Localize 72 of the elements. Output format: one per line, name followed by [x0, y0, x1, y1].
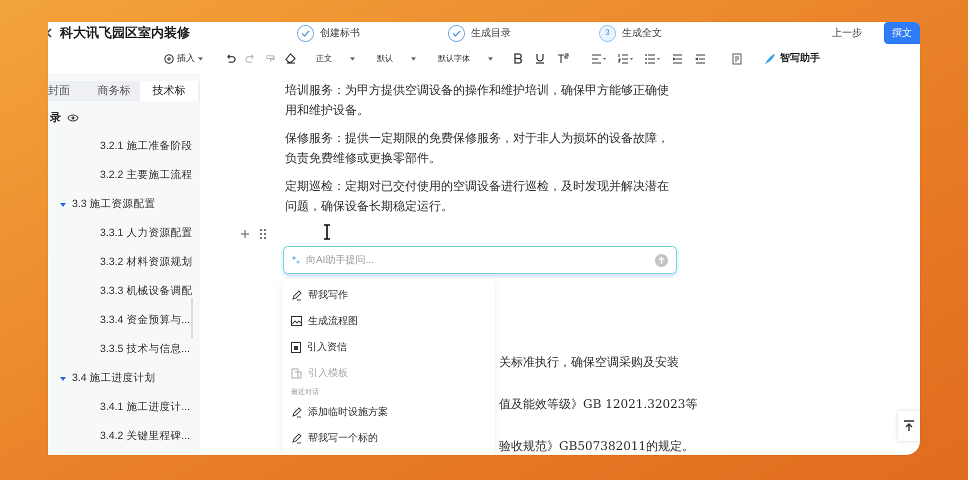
arrow-to-top-icon	[904, 420, 914, 432]
expand-caret-icon[interactable]	[60, 376, 66, 382]
step-number-indicator: 3	[599, 24, 616, 42]
outline-item[interactable]: 3.4 施工进度计划	[72, 371, 156, 387]
bullet-list-icon[interactable]	[645, 54, 660, 64]
paragraph: 培训服务：为甲方提供空调设备的操作和维护培训，确保甲方能够正确使用和维护设备。	[285, 82, 670, 119]
pen-icon	[291, 290, 302, 300]
style-dropdown[interactable]: 默认字体	[438, 52, 493, 64]
add-circle-icon	[164, 54, 174, 64]
indent-icon[interactable]	[672, 54, 683, 64]
feather-pen-icon	[764, 52, 776, 64]
writing-assistant-button[interactable]: 智写助手	[780, 51, 820, 66]
numbered-list-icon[interactable]	[618, 54, 633, 64]
back-to-top-button[interactable]	[898, 411, 920, 441]
undo-icon[interactable]	[225, 53, 236, 64]
menu-item[interactable]: 帮我写作	[291, 282, 487, 308]
document-icon[interactable]	[732, 52, 742, 64]
outline-item[interactable]: 3.4.2 关键里程碑...	[100, 429, 190, 445]
superscript-icon[interactable]	[557, 53, 569, 64]
drag-handle-icon[interactable]	[260, 229, 266, 239]
outline-item[interactable]: 3.3.3 机械设备调配	[100, 284, 192, 300]
style-dropdown[interactable]: 默认	[377, 52, 416, 64]
text-cursor-icon	[323, 224, 331, 240]
outline-item[interactable]: 3.3.1 人力资源配置	[100, 226, 192, 242]
menu-item[interactable]: 生成流程图	[291, 308, 487, 334]
step-label: 生成目录	[471, 26, 511, 40]
primary-button[interactable]: 撰文	[884, 22, 920, 44]
add-block-icon[interactable]	[241, 230, 249, 238]
pen-icon	[291, 407, 302, 418]
step-label: 生成全文	[622, 26, 662, 40]
eye-icon[interactable]	[67, 114, 79, 122]
ai-prompt-input[interactable]: 向AI助手提问...	[306, 252, 649, 268]
sidebar-tab[interactable]: 商务标	[88, 81, 140, 101]
style-dropdown[interactable]: 正文	[316, 52, 355, 64]
outline-item[interactable]: 3.3.2 材料资源规划	[100, 255, 192, 271]
outline-item[interactable]: 3.3.4 资金预算与...	[100, 313, 190, 329]
outline-item[interactable]: 3.4.1 施工进度计...	[100, 400, 190, 416]
ai-prompt-field[interactable]: 向AI助手提问...	[283, 246, 677, 274]
outline-title: 录	[50, 111, 61, 126]
menu-item[interactable]: 添加临时设施方案	[291, 400, 487, 426]
outline-item[interactable]: 3.3 施工资源配置	[72, 197, 156, 213]
outline-item[interactable]: 3.3.5 技术与信息...	[100, 342, 190, 358]
dropdown-caret-icon	[411, 56, 416, 60]
insert-button[interactable]: 插入	[177, 52, 195, 66]
previous-step-button[interactable]: 上一步	[832, 26, 862, 40]
image-icon	[291, 316, 302, 326]
sparkle-icon	[292, 256, 300, 264]
paragraph-fragment: 验收规范》GB507382011的规定。	[499, 438, 696, 455]
menu-item[interactable]: 引入资信	[291, 334, 487, 360]
eraser-icon[interactable]	[285, 53, 296, 64]
document-title: 科大讯飞园区室内装修	[60, 24, 190, 42]
outline-item[interactable]: 3.2.1 施工准备阶段	[100, 139, 192, 155]
template-icon	[291, 368, 302, 378]
paragraph-fragment: 值及能效等级》GB 12021.32023等	[499, 396, 698, 413]
outline-item[interactable]: 3.2.2 主要施工流程	[100, 168, 192, 184]
align-icon[interactable]	[591, 54, 606, 64]
outdent-icon[interactable]	[695, 54, 706, 64]
dropdown-caret-icon	[488, 56, 493, 60]
dropdown-caret-icon	[198, 56, 203, 60]
paragraph-fragment: 关标准执行，确保空调采购及安装	[499, 354, 680, 371]
paragraph: 定期巡检：定期对已交付使用的空调设备进行巡检，及时发现并解决潜在问题，确保设备长期稳定运行。	[285, 178, 670, 215]
paragraph: 保修服务：提供一定期限的免费保修服务，对于非人为损坏的设备故障，负责免费维修或更换零部件。	[285, 130, 670, 167]
sidebar-tab[interactable]: 封面	[48, 81, 88, 101]
pen-icon	[291, 433, 302, 444]
dropdown-caret-icon	[350, 56, 355, 60]
menu-item[interactable]: 帮我写一个标的	[291, 426, 487, 452]
bold-icon[interactable]	[513, 53, 523, 64]
underline-icon[interactable]	[535, 53, 545, 64]
document-icon	[291, 342, 301, 352]
step-label: 创建标书	[320, 26, 360, 40]
expand-caret-icon[interactable]	[60, 202, 66, 208]
sidebar-tab[interactable]: 技术标	[140, 81, 198, 101]
